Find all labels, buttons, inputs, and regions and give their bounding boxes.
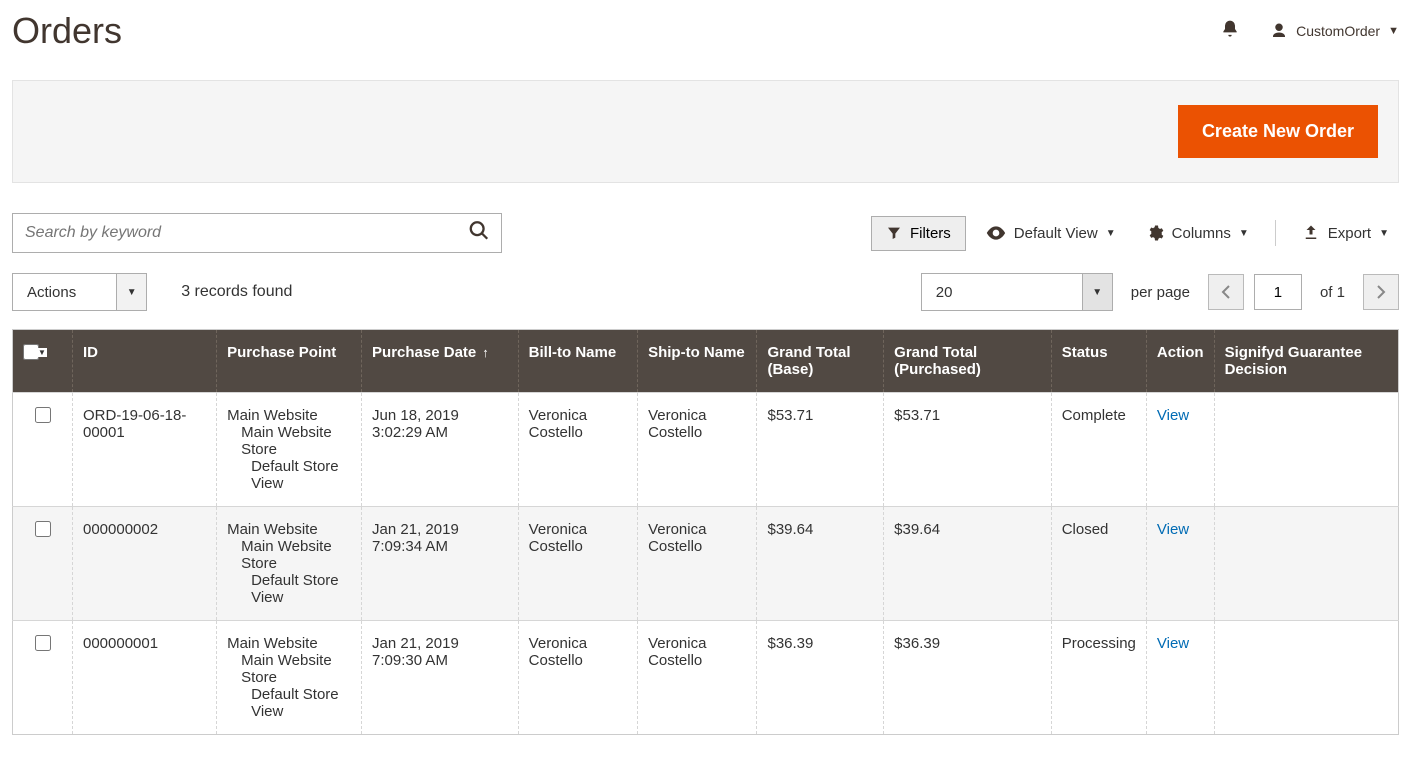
cell-purchase-date: Jan 21, 2019 7:09:34 AM — [362, 507, 519, 621]
cell-gt-base: $39.64 — [757, 507, 884, 621]
row-checkbox-cell — [13, 507, 73, 621]
cell-status: Processing — [1051, 621, 1146, 735]
col-id[interactable]: ID — [73, 330, 217, 393]
cell-gt-base: $53.71 — [757, 393, 884, 507]
cell-purchase-point: Main WebsiteMain Website StoreDefault St… — [217, 507, 362, 621]
page-input[interactable] — [1254, 274, 1302, 310]
cell-status: Closed — [1051, 507, 1146, 621]
col-status[interactable]: Status — [1051, 330, 1146, 393]
table-row: ORD-19-06-18-00001Main WebsiteMain Websi… — [13, 393, 1399, 507]
next-page-button[interactable] — [1363, 274, 1399, 310]
grid-controls-top: Filters Default View ▼ Columns ▼ Export … — [0, 183, 1411, 265]
cell-action: View — [1146, 621, 1214, 735]
page-header: Orders CustomOrder ▼ — [0, 0, 1411, 80]
table-row: 000000002Main WebsiteMain Website StoreD… — [13, 507, 1399, 621]
per-page-label: per page — [1131, 284, 1190, 301]
row-checkbox-cell — [13, 621, 73, 735]
cell-gt-purchased: $39.64 — [884, 507, 1052, 621]
col-signifyd[interactable]: Signifyd Guarantee Decision — [1214, 330, 1398, 393]
prev-page-button[interactable] — [1208, 274, 1244, 310]
col-purchase-date[interactable]: Purchase Date↑ — [362, 330, 519, 393]
controls-left: Actions ▼ 3 records found — [12, 273, 292, 311]
filters-button[interactable]: Filters — [871, 216, 966, 251]
cell-purchase-date: Jan 21, 2019 7:09:30 AM — [362, 621, 519, 735]
gear-icon — [1146, 224, 1164, 242]
cell-gt-purchased: $36.39 — [884, 621, 1052, 735]
cell-purchase-point: Main WebsiteMain Website StoreDefault St… — [217, 621, 362, 735]
col-gt-base[interactable]: Grand Total (Base) — [757, 330, 884, 393]
caret-down-icon: ▼ — [1388, 25, 1399, 37]
cell-gt-purchased: $53.71 — [884, 393, 1052, 507]
cell-ship-to: Veronica Costello — [638, 393, 757, 507]
cell-signifyd — [1214, 621, 1398, 735]
cell-action: View — [1146, 393, 1214, 507]
account-username: CustomOrder — [1296, 23, 1380, 39]
columns-button[interactable]: Columns ▼ — [1136, 218, 1259, 248]
mass-actions-select[interactable]: Actions ▼ — [12, 273, 147, 311]
col-ship-to[interactable]: Ship-to Name — [638, 330, 757, 393]
row-checkbox[interactable] — [35, 407, 51, 423]
row-checkbox[interactable] — [35, 521, 51, 537]
cell-signifyd — [1214, 507, 1398, 621]
header-tools: CustomOrder ▼ — [1220, 19, 1399, 44]
row-checkbox-cell — [13, 393, 73, 507]
table-row: 000000001Main WebsiteMain Website StoreD… — [13, 621, 1399, 735]
cell-ship-to: Veronica Costello — [638, 507, 757, 621]
notifications-icon[interactable] — [1220, 19, 1240, 44]
cell-id: ORD-19-06-18-00001 — [73, 393, 217, 507]
view-link[interactable]: View — [1157, 407, 1189, 424]
cell-bill-to: Veronica Costello — [518, 393, 637, 507]
grid-controls-bottom: Actions ▼ 3 records found 20 ▼ per page … — [0, 265, 1411, 329]
orders-table: ▼ ID Purchase Point Purchase Date↑ Bill-… — [12, 329, 1399, 735]
col-checkbox: ▼ — [13, 330, 73, 393]
cell-purchase-date: Jun 18, 2019 3:02:29 AM — [362, 393, 519, 507]
caret-down-icon: ▼ — [1239, 228, 1249, 239]
cell-purchase-point: Main WebsiteMain Website StoreDefault St… — [217, 393, 362, 507]
controls-right: 20 ▼ per page of 1 — [921, 273, 1399, 311]
cell-status: Complete — [1051, 393, 1146, 507]
per-page-select[interactable]: 20 ▼ — [921, 273, 1113, 311]
account-menu[interactable]: CustomOrder ▼ — [1270, 22, 1399, 40]
search-icon[interactable] — [468, 220, 490, 247]
caret-down-icon: ▼ — [116, 274, 146, 310]
col-action: Action — [1146, 330, 1214, 393]
pagination: of 1 — [1208, 274, 1399, 310]
cell-action: View — [1146, 507, 1214, 621]
caret-down-icon[interactable]: ▼ — [37, 348, 47, 357]
eye-icon — [986, 226, 1006, 240]
cell-bill-to: Veronica Costello — [518, 621, 637, 735]
cell-gt-base: $36.39 — [757, 621, 884, 735]
search-box — [12, 213, 502, 253]
page-title: Orders — [12, 10, 122, 52]
user-icon — [1270, 22, 1288, 40]
separator — [1275, 220, 1276, 246]
cell-signifyd — [1214, 393, 1398, 507]
create-new-order-button[interactable]: Create New Order — [1178, 105, 1378, 158]
search-input[interactable] — [12, 213, 502, 253]
col-purchase-point[interactable]: Purchase Point — [217, 330, 362, 393]
grid-toolbar: Filters Default View ▼ Columns ▼ Export … — [871, 216, 1399, 251]
actions-bar: Create New Order — [12, 80, 1399, 183]
cell-ship-to: Veronica Costello — [638, 621, 757, 735]
caret-down-icon: ▼ — [1106, 228, 1116, 239]
sort-asc-icon: ↑ — [482, 345, 489, 360]
view-link[interactable]: View — [1157, 635, 1189, 652]
funnel-icon — [886, 225, 902, 241]
chevron-right-icon — [1376, 285, 1386, 299]
cell-bill-to: Veronica Costello — [518, 507, 637, 621]
export-button[interactable]: Export ▼ — [1292, 218, 1399, 248]
cell-id: 000000001 — [73, 621, 217, 735]
export-icon — [1302, 224, 1320, 242]
view-link[interactable]: View — [1157, 521, 1189, 538]
records-found: 3 records found — [181, 283, 292, 301]
row-checkbox[interactable] — [35, 635, 51, 651]
chevron-left-icon — [1221, 285, 1231, 299]
caret-down-icon: ▼ — [1379, 228, 1389, 239]
default-view-button[interactable]: Default View ▼ — [976, 219, 1126, 248]
col-bill-to[interactable]: Bill-to Name — [518, 330, 637, 393]
cell-id: 000000002 — [73, 507, 217, 621]
caret-down-icon: ▼ — [1082, 274, 1112, 310]
col-gt-purchased[interactable]: Grand Total (Purchased) — [884, 330, 1052, 393]
